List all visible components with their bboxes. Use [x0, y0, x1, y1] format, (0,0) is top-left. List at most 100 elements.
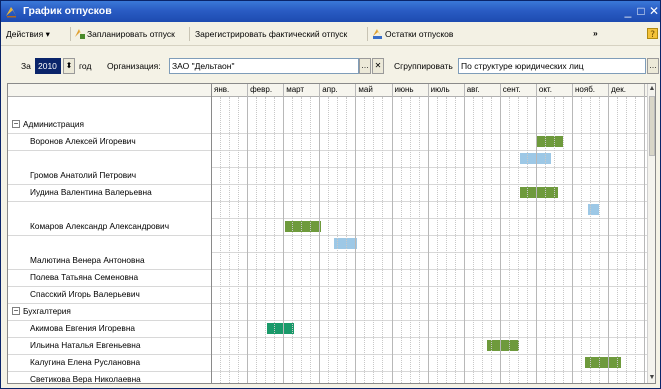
week-divider — [482, 97, 483, 383]
month-header: окт. — [538, 85, 552, 94]
close-button[interactable]: ✕ — [647, 3, 661, 19]
plan-vacation-button[interactable]: Запланировать отпуск — [74, 26, 175, 42]
toolbar: Действия ▾ Запланировать отпуск Зарегист… — [1, 22, 660, 46]
month-column-divider — [428, 84, 429, 383]
help-icon[interactable]: ? — [647, 28, 658, 39]
window-title: График отпусков — [23, 5, 112, 17]
scrollbar-thumb[interactable] — [649, 96, 655, 156]
month-column-divider — [319, 84, 320, 383]
week-divider — [265, 97, 266, 383]
employee-name: Комаров Александр Александрович — [30, 221, 170, 231]
week-divider — [491, 97, 492, 383]
week-divider — [446, 97, 447, 383]
toolbar-overflow-label: » — [593, 28, 598, 38]
month-header: нояб. — [575, 85, 596, 94]
month-column-divider — [392, 84, 393, 383]
week-divider — [256, 97, 257, 383]
week-divider — [563, 97, 564, 383]
week-divider — [509, 97, 510, 383]
month-column-divider — [536, 84, 537, 383]
month-header: июль — [430, 85, 450, 94]
collapse-group-toggle-icon[interactable]: − — [12, 307, 20, 315]
vacation-schedule-grid[interactable]: янв. февр. март апр. май июнь июль авг. сент. окт… — [7, 83, 656, 384]
maximize-button[interactable]: □ — [634, 3, 648, 19]
month-column-divider — [247, 84, 248, 383]
week-divider — [473, 97, 474, 383]
organization-clear-button[interactable]: ✕ — [372, 58, 384, 74]
week-divider — [382, 97, 383, 383]
row-divider — [211, 252, 649, 253]
toolbar-separator — [70, 27, 71, 41]
week-divider — [274, 97, 275, 383]
week-divider — [527, 97, 528, 383]
vacation-schedule-window: График отпусков _ □ ✕ Действия ▾ Заплани… — [0, 0, 661, 389]
month-header: авг. — [466, 85, 480, 94]
employee-name: Иудина Валентина Валерьевна — [30, 187, 152, 197]
month-header: февр. — [250, 85, 273, 94]
toolbar-overflow-button[interactable]: » — [593, 25, 598, 41]
week-divider — [518, 97, 519, 383]
week-divider — [229, 97, 230, 383]
week-divider — [590, 97, 591, 383]
week-divider — [410, 97, 411, 383]
organization-field[interactable]: ЗАО "Дельтаон" — [169, 58, 359, 74]
week-divider — [626, 97, 627, 383]
week-divider — [581, 97, 582, 383]
month-column-divider — [644, 84, 645, 383]
planned-vacation-bar[interactable] — [536, 136, 563, 147]
week-divider — [292, 97, 293, 383]
week-divider — [599, 97, 600, 383]
svg-text:?: ? — [650, 30, 655, 39]
minimize-button[interactable]: _ — [621, 3, 635, 19]
month-header: март — [286, 85, 305, 94]
actions-menu-button[interactable]: Действия ▾ — [6, 26, 50, 42]
plan-vacation-icon — [75, 29, 85, 39]
group-by-field[interactable]: По структуре юридических лиц — [458, 58, 646, 74]
year-prefix-label: За — [21, 61, 31, 71]
week-divider — [310, 97, 311, 383]
month-column-divider — [283, 84, 284, 383]
vertical-scrollbar[interactable]: ▲ ▼ — [647, 84, 655, 383]
scroll-down-arrow-icon[interactable]: ▼ — [648, 373, 655, 383]
week-divider — [373, 97, 374, 383]
vacation-balance-icon — [373, 29, 382, 39]
month-header: апр. — [322, 85, 338, 94]
year-stepper[interactable]: ⬍ — [63, 58, 75, 74]
employee-name: Громов Анатолий Петрович — [30, 170, 137, 180]
organization-select-button[interactable]: … — [359, 58, 371, 74]
week-divider — [437, 97, 438, 383]
month-header: июнь — [394, 85, 414, 94]
week-divider — [220, 97, 221, 383]
planned-vacation-bar[interactable] — [285, 221, 321, 232]
title-bar[interactable]: График отпусков _ □ ✕ — [1, 1, 660, 22]
vacation-balance-button[interactable]: Остатки отпусков — [372, 26, 453, 42]
month-column-divider — [608, 84, 609, 383]
employee-name: Ильина Наталья Евгеньевна — [30, 340, 141, 350]
week-divider — [364, 97, 365, 383]
organization-label: Организация: — [107, 61, 161, 71]
collapse-group-toggle-icon[interactable]: − — [12, 120, 20, 128]
group-by-label: Сгруппировать — [394, 61, 453, 71]
employee-name: Светикова Вера Николаевна — [30, 374, 141, 384]
week-divider — [301, 97, 302, 383]
register-actual-vacation-button[interactable]: Зарегистрировать фактический отпуск — [195, 26, 347, 42]
week-divider — [455, 97, 456, 383]
employee-name: Спасский Игорь Валерьевич — [30, 289, 140, 299]
month-column-divider — [464, 84, 465, 383]
month-header: дек. — [611, 85, 626, 94]
label-column-divider — [211, 84, 212, 383]
employee-name: Малютина Венера Антоновна — [30, 255, 145, 265]
year-input[interactable]: 2010 — [35, 58, 61, 74]
week-divider — [617, 97, 618, 383]
vacation-app-icon — [6, 7, 16, 18]
group-by-select-button[interactable]: … — [647, 58, 659, 74]
plan-vacation-label: Запланировать отпуск — [87, 29, 175, 39]
month-column-divider — [355, 84, 356, 383]
week-divider — [337, 97, 338, 383]
employee-name: Акимова Евгения Игоревна — [30, 323, 136, 333]
scroll-up-arrow-icon[interactable]: ▲ — [648, 84, 655, 94]
planned-vacation-bar[interactable] — [520, 187, 558, 198]
week-divider — [419, 97, 420, 383]
planned-vacation-bar[interactable] — [267, 323, 294, 334]
week-divider — [401, 97, 402, 383]
